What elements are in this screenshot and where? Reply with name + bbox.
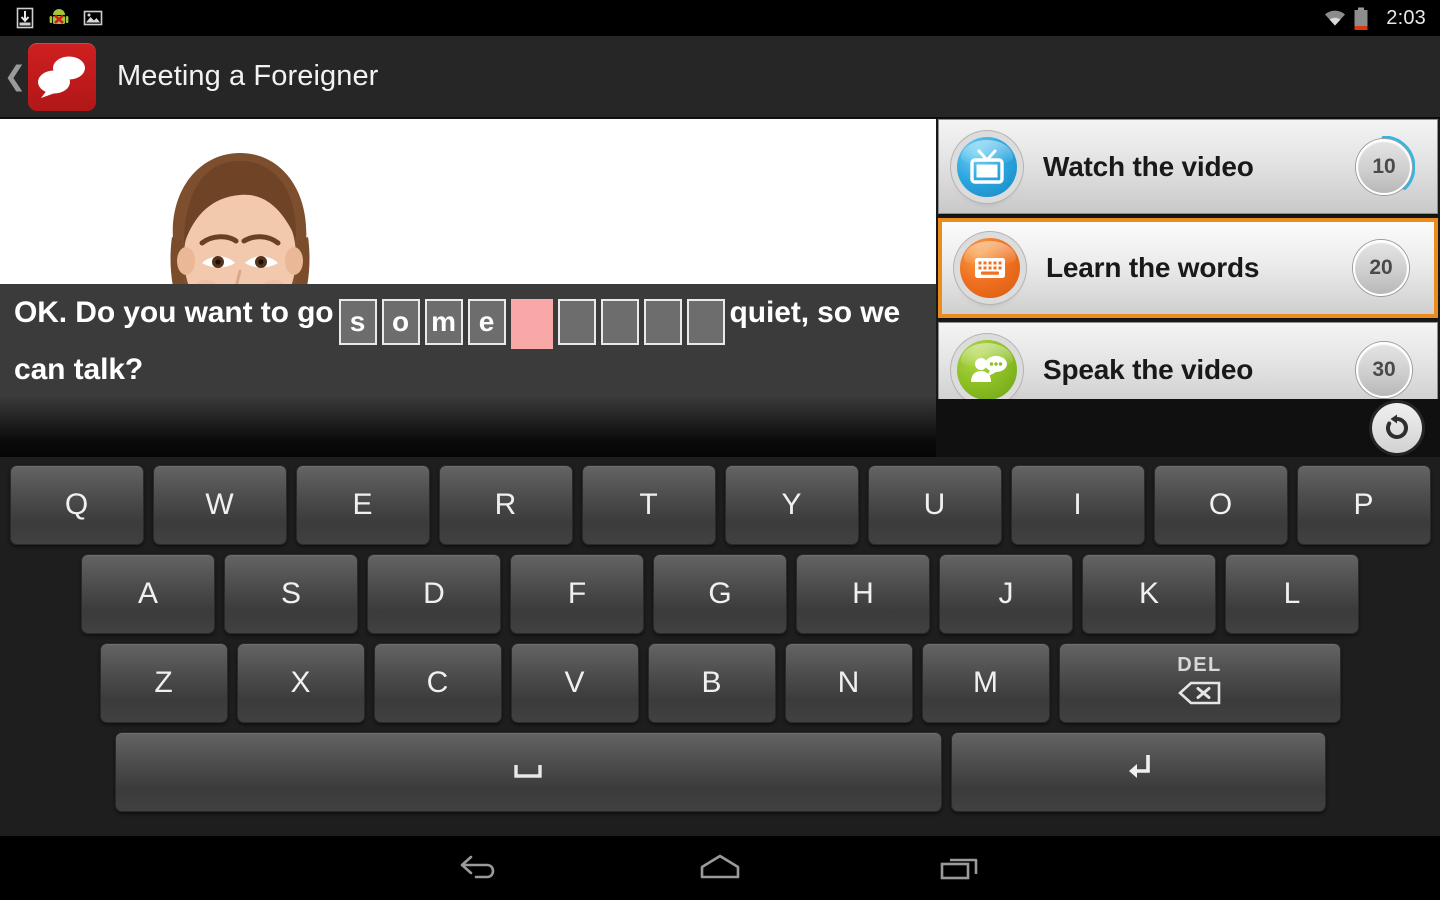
key-q[interactable]: Q xyxy=(9,465,144,545)
key-i[interactable]: I xyxy=(1010,465,1145,545)
key-n[interactable]: N xyxy=(784,643,913,723)
navigation-bar xyxy=(0,836,1440,900)
letter-cell-1[interactable]: o xyxy=(381,299,420,345)
key-j[interactable]: J xyxy=(939,554,1073,634)
task-label: Learn the words xyxy=(1046,252,1260,283)
key-enter[interactable] xyxy=(950,732,1326,812)
keyboard-row-2: ASDFGHJKL xyxy=(0,554,1440,634)
key-y[interactable]: Y xyxy=(724,465,859,545)
android-error-icon xyxy=(48,7,70,29)
replay-bar xyxy=(936,399,1440,457)
battery-low-icon xyxy=(1353,7,1375,30)
key-x[interactable]: X xyxy=(236,643,365,723)
task-score: 20 xyxy=(1353,240,1409,296)
letter-cell-5[interactable] xyxy=(557,299,596,345)
key-e[interactable]: E xyxy=(295,465,430,545)
image-icon xyxy=(82,7,104,29)
action-bar: ❮ Meeting a Foreigner xyxy=(0,36,1440,118)
task-label: Speak the video xyxy=(1043,353,1254,385)
key-w[interactable]: W xyxy=(152,465,287,545)
letter-cell-7[interactable] xyxy=(643,299,682,345)
subtitle-exercise: OK. Do you want to go s o m e quiet, so we ca… xyxy=(0,284,936,396)
on-screen-keyboard[interactable]: QWERTYUIOP ASDFGHJKL ZXCVBNM DEL xyxy=(0,457,1440,836)
wifi-icon xyxy=(1322,7,1346,29)
letter-cell-6[interactable] xyxy=(600,299,639,345)
replay-icon[interactable] xyxy=(1372,403,1422,453)
subtitle-line: OK. Do you want to go s o m e quiet, so we ca… xyxy=(14,292,922,392)
speech-bubbles-icon[interactable] xyxy=(28,42,96,111)
tv-icon xyxy=(957,136,1017,197)
nav-home-icon[interactable] xyxy=(600,851,840,885)
letter-cell-4[interactable] xyxy=(510,299,553,349)
keyboard-row-3: ZXCVBNM DEL xyxy=(0,643,1440,723)
smiling-woman-portrait xyxy=(170,153,310,284)
task-score-badge: 20 xyxy=(1350,237,1412,299)
letter-cells[interactable]: some xyxy=(338,299,725,349)
key-f[interactable]: F xyxy=(510,554,644,634)
video-player[interactable] xyxy=(0,119,936,284)
nav-recents-icon[interactable] xyxy=(840,852,1080,884)
key-delete[interactable]: DEL xyxy=(1058,643,1341,723)
divider-band xyxy=(0,396,936,457)
key-u[interactable]: U xyxy=(867,465,1002,545)
keyboard-row-1: QWERTYUIOP xyxy=(0,457,1440,545)
key-a[interactable]: A xyxy=(81,554,215,634)
task-score-badge: 10 xyxy=(1353,135,1415,198)
key-t[interactable]: T xyxy=(581,465,716,545)
key-s[interactable]: S xyxy=(224,554,358,634)
task-label: Watch the video xyxy=(1043,150,1254,182)
download-icon xyxy=(14,7,36,29)
task-score: 10 xyxy=(1356,138,1412,195)
status-bar: 2:03 xyxy=(0,0,1440,36)
keyboard-icon xyxy=(960,238,1020,298)
letter-cell-8[interactable] xyxy=(686,299,725,345)
status-bar-notifications[interactable] xyxy=(0,7,104,29)
key-l[interactable]: L xyxy=(1225,554,1359,634)
task-item-learn-the-words[interactable]: Learn the words 20 xyxy=(938,218,1438,318)
enter-icon xyxy=(1120,751,1156,793)
task-score-badge: 30 xyxy=(1353,339,1415,401)
page-title: Meeting a Foreigner xyxy=(117,60,379,92)
key-r[interactable]: R xyxy=(438,465,573,545)
key-h[interactable]: H xyxy=(796,554,930,634)
key-space[interactable] xyxy=(114,732,942,812)
key-g[interactable]: G xyxy=(653,554,787,634)
letter-cell-0[interactable]: s xyxy=(338,299,377,345)
android-screen: 2:03 ❮ Meeting a Foreigner OK. Do you wa… xyxy=(0,0,1440,900)
task-list: Watch the video 10 Learn the words 20 Sp… xyxy=(936,119,1440,417)
letter-cell-2[interactable]: m xyxy=(424,299,463,345)
space-icon xyxy=(510,755,546,789)
speak-person-icon xyxy=(957,339,1017,400)
sentence-prefix: OK. Do you want to go xyxy=(14,296,334,329)
key-v[interactable]: V xyxy=(510,643,639,723)
letter-cell-3[interactable]: e xyxy=(467,299,506,345)
nav-back-icon[interactable] xyxy=(360,853,600,883)
key-k[interactable]: K xyxy=(1082,554,1216,634)
status-bar-clock: 2:03 xyxy=(1386,6,1426,29)
key-d[interactable]: D xyxy=(367,554,501,634)
key-o[interactable]: O xyxy=(1153,465,1288,545)
back-chevron-icon[interactable]: ❮ xyxy=(2,63,28,90)
key-b[interactable]: B xyxy=(647,643,776,723)
keyboard-row-4 xyxy=(0,732,1440,812)
key-m[interactable]: M xyxy=(921,643,1050,723)
key-p[interactable]: P xyxy=(1296,465,1431,545)
task-score: 30 xyxy=(1356,341,1412,398)
task-item-watch-the-video[interactable]: Watch the video 10 xyxy=(938,119,1438,214)
key-z[interactable]: Z xyxy=(99,643,228,723)
backspace-icon xyxy=(1177,679,1222,713)
key-c[interactable]: C xyxy=(373,643,502,723)
status-bar-system[interactable]: 2:03 xyxy=(1322,7,1440,30)
